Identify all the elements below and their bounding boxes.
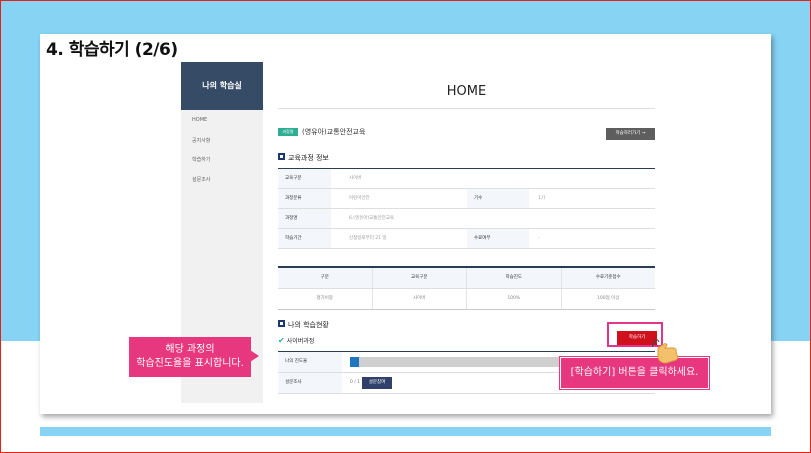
square-bullet-icon bbox=[278, 320, 285, 327]
table-row: 평가비중 사이버 100% 100점 이상 bbox=[278, 289, 655, 310]
survey-count: 0 / 1 bbox=[350, 380, 361, 385]
table-row: 교육구분 사이버 bbox=[278, 169, 655, 189]
table-row: 과정명 6.(영유아)교통안전교육 bbox=[278, 209, 655, 229]
sidebar-item-survey[interactable]: 설문조사 bbox=[192, 176, 210, 183]
cell-value: 신청일로부터 21 일 bbox=[349, 236, 387, 241]
sidebar-title: 나의 학습실 bbox=[181, 62, 263, 110]
cyber-course-label: ✔ 사이버과정 bbox=[278, 336, 314, 345]
sidebar-item-notice[interactable]: 공지사항 bbox=[192, 137, 210, 144]
cell-value: - bbox=[538, 236, 540, 241]
survey-label: 설문조사 bbox=[278, 373, 342, 393]
table-row: 학습기간 신청일로부터 21 일 수료여부 - bbox=[278, 229, 655, 249]
divider bbox=[278, 108, 655, 109]
cell-value: 1기 bbox=[538, 196, 546, 201]
info-section-header: 교육과정 정보 bbox=[278, 153, 329, 163]
go-study-button[interactable]: 학습하러가기 → bbox=[606, 128, 655, 140]
course-stats-table: 구분 교육구분 학습진도 수료기준점수 평가비중 사이버 100% 100점 이… bbox=[278, 266, 655, 310]
square-bullet-icon bbox=[278, 153, 285, 160]
my-status-title: 나의 학습현황 bbox=[288, 321, 329, 329]
cyber-course-text: 사이버과정 bbox=[286, 338, 315, 345]
sidebar-item-study[interactable]: 학습하기 bbox=[192, 156, 210, 163]
table-cell: 평가비중 bbox=[278, 289, 373, 309]
table-cell: 100점 이상 bbox=[597, 296, 620, 301]
course-name: (영유아)교통안전교육 bbox=[302, 128, 366, 136]
course-badge: 과정명 bbox=[278, 128, 298, 136]
column-header: 수료기준점수 bbox=[595, 275, 621, 280]
page-title: HOME bbox=[446, 84, 487, 99]
bottom-bar bbox=[40, 427, 771, 436]
cell-label: 과정명 bbox=[278, 209, 331, 228]
callout-arrow bbox=[250, 350, 259, 362]
cell-label: 교육구분 bbox=[278, 169, 331, 188]
cell-value: 사이버 bbox=[349, 176, 362, 181]
my-status-header: 나의 학습현황 bbox=[278, 320, 329, 330]
survey-button[interactable]: 설문참여 bbox=[362, 377, 392, 389]
pointing-hand-icon bbox=[652, 339, 679, 364]
column-header: 학습진도 bbox=[467, 268, 562, 288]
info-section-title: 교육과정 정보 bbox=[288, 154, 329, 162]
progress-label: 나의 진도율 bbox=[278, 352, 342, 372]
cell-value: 6.(영유아)교통안전교육 bbox=[349, 216, 395, 221]
progress-bar-fill bbox=[350, 357, 359, 367]
cell-value: 어린이안전 bbox=[349, 196, 370, 201]
cell-label: 수료여부 bbox=[467, 229, 529, 248]
callout-line: 해당 과정의 bbox=[165, 344, 215, 355]
course-info-table: 교육구분 사이버 과정분류 어린이안전 기수 1기 과정명 6.(영유아)교통안… bbox=[278, 168, 655, 249]
table-row: 과정분류 어린이안전 기수 1기 bbox=[278, 189, 655, 209]
slide-title: 4. 학습하기 (2/6) bbox=[46, 40, 178, 60]
study-callout: [학습하기] 버튼을 클릭하세요. bbox=[560, 357, 709, 389]
check-icon: ✔ bbox=[278, 336, 285, 345]
column-header: 구분 bbox=[278, 268, 373, 288]
callout-line: 학습진도율을 표시합니다. bbox=[136, 358, 244, 369]
table-cell: 사이버 bbox=[373, 289, 467, 309]
cell-label: 과정분류 bbox=[278, 189, 331, 208]
cell-label: 학습기간 bbox=[278, 229, 331, 248]
table-header-row: 구분 교육구분 학습진도 수료기준점수 bbox=[278, 268, 655, 289]
table-cell: 100% bbox=[467, 289, 562, 309]
cell-label: 기수 bbox=[467, 189, 529, 208]
column-header: 교육구분 bbox=[373, 268, 467, 288]
progress-callout: 해당 과정의 학습진도율을 표시합니다. bbox=[129, 337, 251, 377]
sidebar-item-home[interactable]: HOME bbox=[192, 117, 207, 123]
